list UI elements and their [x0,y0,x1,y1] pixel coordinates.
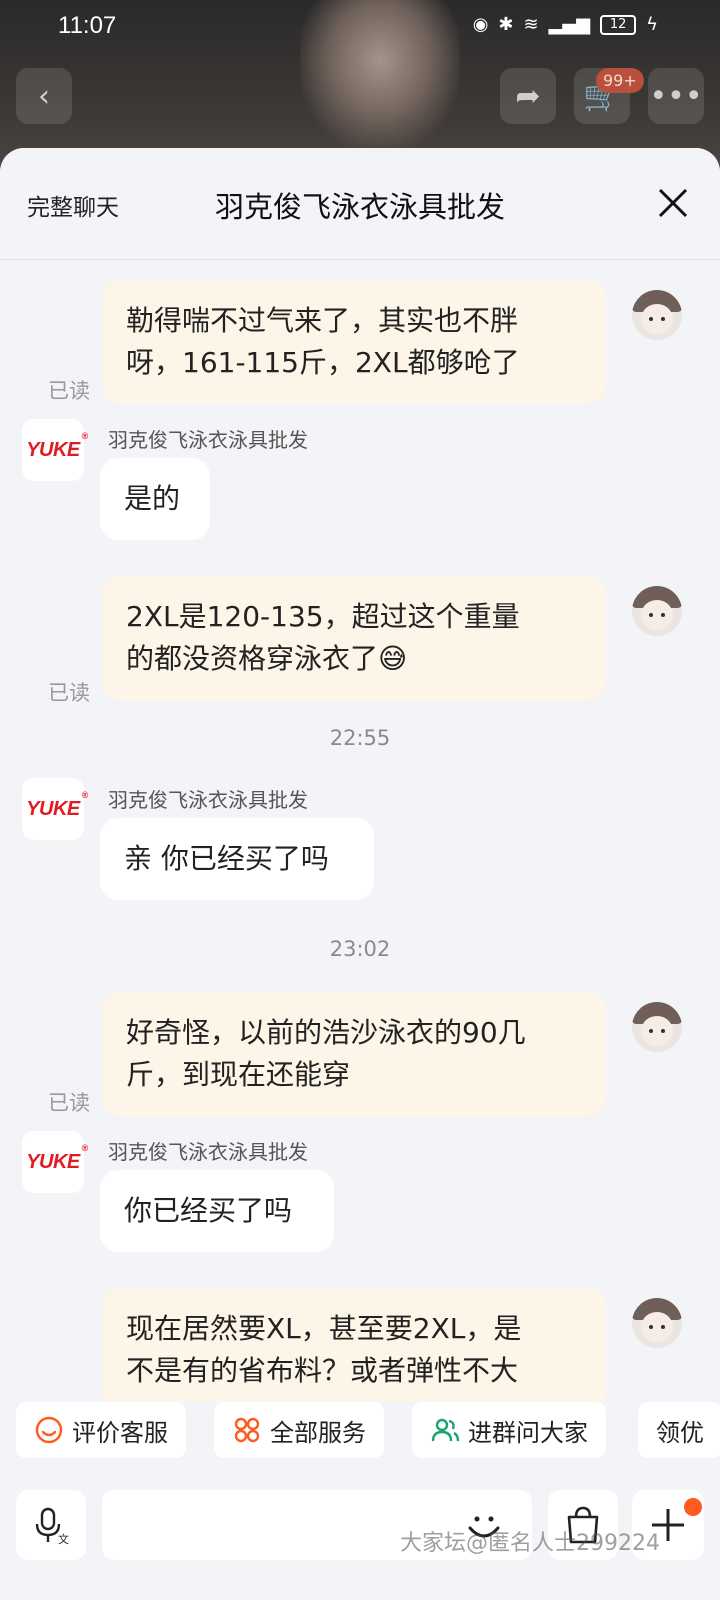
signal-icon: ▂▄▆ [548,14,591,35]
notification-dot [684,1498,702,1516]
chip-label: 进群问大家 [468,1418,588,1447]
store-message-bubble[interactable]: 是的 [100,458,210,540]
status-bar: 11:07 ◉ ✱ ≋ ▂▄▆ 12 ϟ [0,0,720,56]
timestamp: 23:02 [329,937,391,961]
store-avatar[interactable]: YUKE ® [22,419,88,481]
sender-name: 羽克俊飞泳衣泳具批发 [108,428,308,452]
message-line: 呀，161-115斤，2XL都够呛了 [126,346,520,379]
my-message-bubble[interactable]: 2XL是120-135，超过这个重量 的都没资格穿泳衣了😅 [102,576,606,700]
message-line: 现在居然要XL，甚至要2XL，是 [126,1312,522,1345]
my-message-bubble[interactable]: 勒得喘不过气来了，其实也不胖 呀，161-115斤，2XL都够呛了 [102,280,606,404]
my-message-bubble[interactable]: 现在居然要XL，甚至要2XL，是 不是有的省布料？或者弹性不大 [102,1288,606,1402]
sender-name: 羽克俊飞泳衣泳具批发 [108,1140,308,1164]
store-message-bubble[interactable]: 你已经买了吗 [100,1170,334,1252]
store-avatar[interactable]: YUKE ® [22,1131,88,1193]
message-line: 勒得喘不过气来了，其实也不胖 [126,304,519,337]
microphone-icon: 文 [35,1507,69,1545]
message-line: 斤，到现在还能穿 [126,1058,351,1091]
group-icon [431,1418,460,1442]
status-icons: ◉ ✱ ≋ ▂▄▆ 12 ϟ [473,14,658,35]
eye-icon: ◉ [472,14,489,35]
store-logo: YUKE ® [26,1142,88,1173]
message-line: 亲 你已经买了吗 [124,842,329,875]
chip-label: 领优 [656,1418,704,1447]
sender-name: 羽克俊飞泳衣泳具批发 [108,788,308,812]
back-button[interactable]: ‹ [16,68,72,124]
timestamp: 22:55 [329,726,391,750]
message-line: 不是有的省布料？或者弹性不大 [126,1354,519,1387]
more-button[interactable]: ••• [648,68,704,124]
cart-badge: 99+ [596,68,644,93]
share-icon: ➦ [515,78,541,114]
battery-icon: 12 [600,14,637,35]
sheet-header: 完整聊天 羽克俊飞泳衣泳具批发 [0,148,720,260]
my-avatar[interactable] [632,1298,682,1348]
store-message-bubble[interactable]: 亲 你已经买了吗 [100,818,374,900]
more-icon: ••• [649,78,703,114]
my-avatar[interactable] [632,586,682,636]
message-list[interactable]: 勒得喘不过气来了，其实也不胖 呀，161-115斤，2XL都够呛了 已读 YUK… [0,260,720,1402]
status-time: 11:07 [58,12,117,39]
store-avatar[interactable]: YUKE ® [22,778,88,840]
bluetooth-icon: ✱ [498,14,514,35]
close-icon[interactable] [656,186,690,220]
my-avatar[interactable] [632,290,682,340]
smile-icon [35,1416,63,1444]
charging-icon: ϟ [646,14,658,35]
read-status: 已读 [48,1091,90,1115]
share-button[interactable]: ➦ [500,68,556,124]
all-services-button[interactable]: 全部服务 [214,1402,384,1458]
store-logo: YUKE ® [26,430,88,461]
message-line: 的都没资格穿泳衣了😅 [126,642,408,675]
message-line: 是的 [124,482,181,515]
chat-sheet: 完整聊天 羽克俊飞泳衣泳具批发 勒得喘不过气来了，其实也不胖 呀，161-115… [0,148,720,1600]
message-line: 你已经买了吗 [124,1194,293,1227]
join-group-button[interactable]: 进群问大家 [412,1402,606,1458]
rate-service-button[interactable]: 评价客服 [16,1402,186,1458]
quick-action-bar: 评价客服 全部服务 进群问大家 领优 [0,1402,720,1466]
watermark: 大家坛@匿名人士299224 [400,1531,660,1556]
svg-text:文: 文 [58,1532,69,1545]
sheet-title: 羽克俊飞泳衣泳具批发 [214,190,505,224]
chip-label: 评价客服 [72,1418,168,1447]
message-line: 2XL是120-135，超过这个重量 [126,600,520,633]
message-line: 好奇怪，以前的浩沙泳衣的90几 [126,1016,526,1049]
read-status: 已读 [48,681,90,705]
my-message-bubble[interactable]: 好奇怪，以前的浩沙泳衣的90几 斤，到现在还能穿 [102,992,606,1116]
wifi-icon: ≋ [523,14,539,35]
read-status: 已读 [48,379,90,403]
chip-label: 全部服务 [270,1418,366,1447]
grid-icon [234,1417,260,1443]
my-avatar[interactable] [632,1002,682,1052]
chevron-left-icon: ‹ [38,78,50,114]
store-logo: YUKE ® [26,789,88,820]
voice-input-button[interactable]: 文 [16,1490,86,1560]
coupon-button[interactable]: 领优 [638,1402,720,1458]
